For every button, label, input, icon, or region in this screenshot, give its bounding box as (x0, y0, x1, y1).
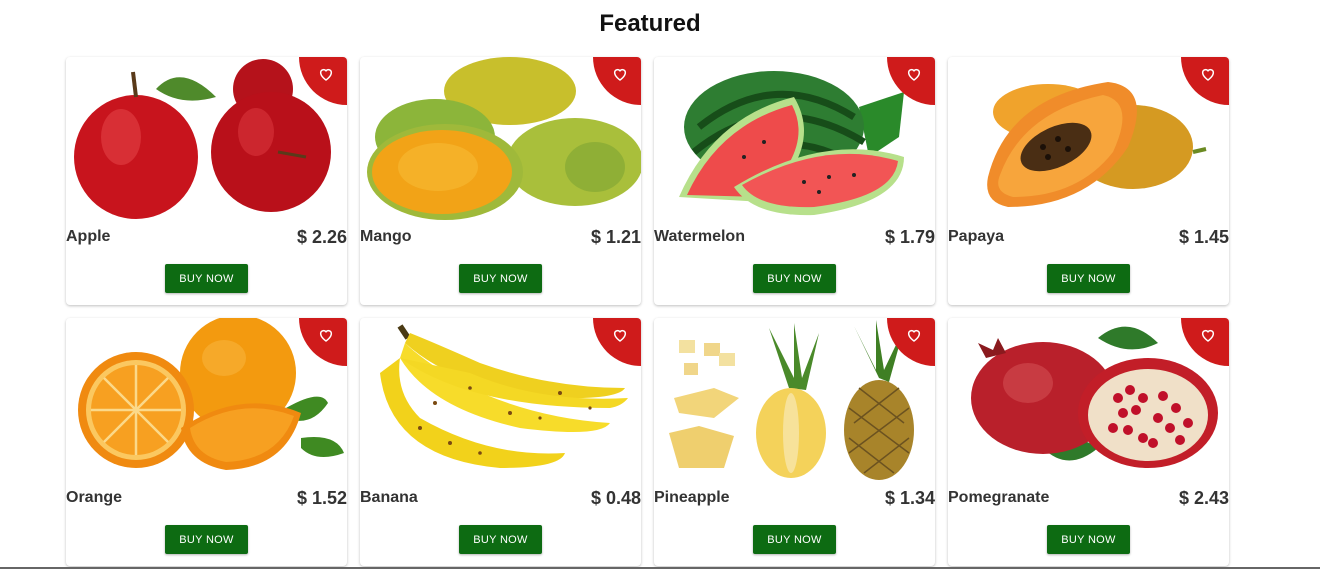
product-price: $ 2.43 (1178, 488, 1229, 508)
product-price: $ 1.52 (296, 488, 347, 508)
buy-now-button[interactable]: BUY NOW (459, 264, 542, 293)
product-card-orange[interactable]: Orange $ 1.52 BUY NOW (66, 318, 347, 566)
heart-icon (907, 68, 921, 81)
buy-now-button[interactable]: BUY NOW (753, 525, 836, 554)
watermelon-image (654, 57, 935, 225)
product-name: Watermelon (654, 228, 745, 245)
product-name: Pomegranate (948, 489, 1050, 506)
page-title: Featured (599, 10, 701, 37)
heart-icon (1201, 68, 1215, 81)
apple-image (66, 57, 347, 225)
product-card-pomegranate[interactable]: Pomegranate $ 2.43 BUY NOW (948, 318, 1229, 566)
product-price: $ 1.45 (1178, 227, 1229, 247)
product-price: $ 1.34 (884, 488, 935, 508)
product-price: $ 1.21 (590, 227, 641, 247)
heart-icon (613, 68, 627, 81)
product-name: Pineapple (654, 489, 730, 506)
buy-now-button[interactable]: BUY NOW (165, 525, 248, 554)
product-card-banana[interactable]: Banana $ 0.48 BUY NOW (360, 318, 641, 566)
pineapple-image (654, 318, 935, 486)
product-card-pineapple[interactable]: Pineapple $ 1.34 BUY NOW (654, 318, 935, 566)
pomegranate-image (948, 318, 1229, 486)
heart-icon (907, 329, 921, 342)
buy-now-button[interactable]: BUY NOW (165, 264, 248, 293)
product-card-papaya[interactable]: Papaya $ 1.45 BUY NOW (948, 57, 1229, 305)
banana-image (360, 318, 641, 486)
product-card-watermelon[interactable]: Watermelon $ 1.79 BUY NOW (654, 57, 935, 305)
product-card-mango[interactable]: Mango $ 1.21 BUY NOW (360, 57, 641, 305)
buy-now-button[interactable]: BUY NOW (753, 264, 836, 293)
product-price: $ 0.48 (590, 488, 641, 508)
product-name: Banana (360, 489, 418, 506)
product-price: $ 1.79 (884, 227, 935, 247)
product-name: Mango (360, 228, 412, 245)
buy-now-button[interactable]: BUY NOW (1047, 264, 1130, 293)
product-card-apple[interactable]: Apple $ 2.26 BUY NOW (66, 57, 347, 305)
product-price: $ 2.26 (296, 227, 347, 247)
buy-now-button[interactable]: BUY NOW (459, 525, 542, 554)
heart-icon (613, 329, 627, 342)
product-name: Orange (66, 489, 123, 506)
mango-image (360, 57, 641, 225)
heart-icon (1201, 329, 1215, 342)
papaya-image (948, 57, 1229, 225)
product-grid: Apple $ 2.26 BUY NOW Mango $ 1.21 BUY NO… (66, 57, 1229, 566)
buy-now-button[interactable]: BUY NOW (1047, 525, 1130, 554)
heart-icon (319, 68, 333, 81)
orange-image (66, 318, 347, 486)
product-name: Apple (66, 228, 111, 245)
product-name: Papaya (948, 228, 1005, 245)
heart-icon (319, 329, 333, 342)
